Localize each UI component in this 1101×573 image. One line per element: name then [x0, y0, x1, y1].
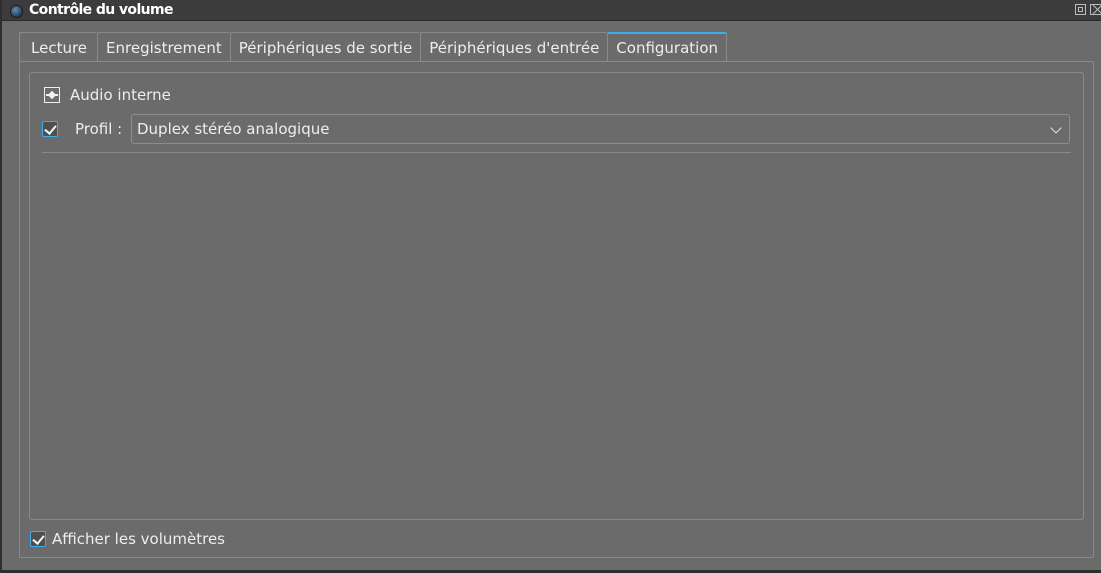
window-title: Contrôle du volume	[29, 2, 174, 18]
close-icon[interactable]	[1090, 4, 1101, 15]
sound-card-header: Audio interne	[44, 86, 171, 104]
tab-peripheriques-de-sortie[interactable]: Périphériques de sortie	[229, 32, 421, 62]
tab-lecture[interactable]: Lecture	[19, 32, 98, 62]
tab-peripheriques-d-entree[interactable]: Périphériques d'entrée	[420, 32, 608, 62]
tab-bar: Lecture Enregistrement Périphériques de …	[19, 32, 728, 62]
volume-control-window: Contrôle du volume Lecture Enregistremen…	[0, 0, 1101, 573]
pavucontrol-icon	[10, 5, 23, 18]
sound-card-name: Audio interne	[70, 86, 171, 104]
profile-checkbox[interactable]	[42, 121, 58, 137]
profile-dropdown-value: Duplex stéréo analogique	[137, 120, 330, 138]
show-meters-label[interactable]: Afficher les volumètres	[52, 530, 225, 548]
show-meters-checkbox[interactable]	[30, 531, 46, 547]
chevron-down-icon	[1050, 122, 1062, 134]
show-meters-row: Afficher les volumètres	[30, 530, 225, 548]
check-icon	[44, 122, 57, 135]
profile-row: Profil : Duplex stéréo analogique	[42, 114, 1070, 144]
title-bar[interactable]: Contrôle du volume	[2, 0, 1101, 21]
audio-card-icon	[44, 87, 60, 103]
maximize-icon[interactable]	[1075, 4, 1086, 15]
profile-label: Profil :	[75, 120, 123, 138]
profile-dropdown[interactable]: Duplex stéréo analogique	[131, 114, 1070, 144]
separator	[42, 152, 1071, 153]
tab-enregistrement[interactable]: Enregistrement	[97, 32, 230, 62]
check-icon	[32, 532, 45, 545]
tab-configuration[interactable]: Configuration	[607, 32, 728, 62]
